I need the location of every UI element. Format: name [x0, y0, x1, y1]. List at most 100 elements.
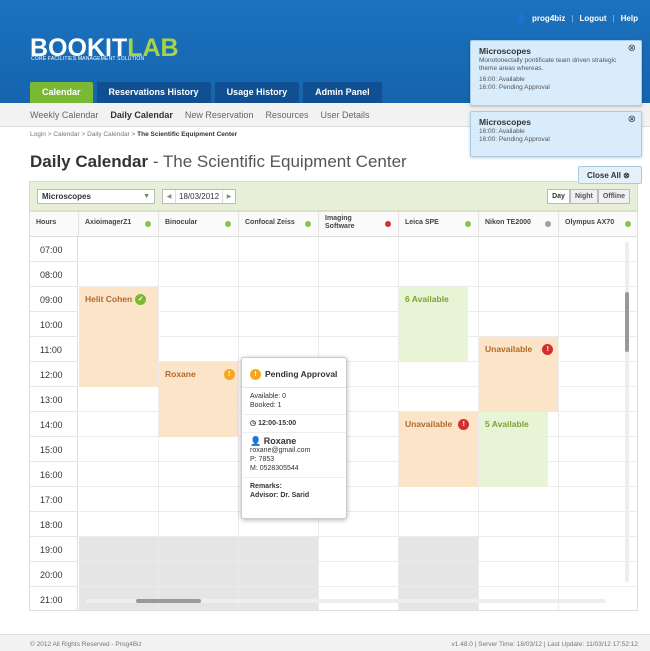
- column-header[interactable]: Nikon TE2000: [479, 212, 559, 237]
- calendar-slot[interactable]: [239, 287, 319, 312]
- username[interactable]: prog4biz: [532, 14, 565, 23]
- column-header[interactable]: Binocular: [159, 212, 239, 237]
- calendar-slot[interactable]: [479, 487, 559, 512]
- calendar-slot[interactable]: [399, 237, 479, 262]
- popup-email[interactable]: roxane@gmail.com: [250, 446, 338, 455]
- notification-1: ⊗ Microscopes Monotonectally pontificate…: [470, 40, 642, 106]
- date-value[interactable]: 18/03/2012: [175, 189, 224, 203]
- calendar-slot[interactable]: [239, 237, 319, 262]
- user-icon: 👤: [250, 436, 262, 446]
- subnav-new-reservation[interactable]: New Reservation: [185, 110, 254, 120]
- calendar-slot[interactable]: [479, 537, 559, 562]
- calendar-slot[interactable]: [479, 262, 559, 287]
- view-switcher: Day Night Offline: [547, 189, 630, 204]
- hour-label: 10:00: [30, 312, 78, 337]
- calendar-slot[interactable]: [159, 437, 239, 462]
- calendar-slot[interactable]: [399, 262, 479, 287]
- calendar-slot[interactable]: [479, 237, 559, 262]
- calendar-slot[interactable]: [79, 437, 159, 462]
- reservation-popup: ! Pending Approval Available: 0 Booked: 1 …: [241, 357, 347, 519]
- calendar-slot[interactable]: [159, 262, 239, 287]
- calendar-slot[interactable]: [399, 537, 479, 562]
- calendar-slot[interactable]: [79, 462, 159, 487]
- calendar-slot[interactable]: [159, 537, 239, 562]
- column-header[interactable]: Imaging Software: [319, 212, 399, 237]
- view-offline-button[interactable]: Offline: [597, 189, 630, 204]
- tab-calendar[interactable]: Calendar: [30, 82, 93, 103]
- calendar-slot[interactable]: [399, 487, 479, 512]
- column-header[interactable]: Olympus AX70: [559, 212, 637, 237]
- next-date-icon[interactable]: ▶: [223, 193, 235, 200]
- calendar-slot[interactable]: [79, 512, 159, 537]
- column-header[interactable]: Leica SPE: [399, 212, 479, 237]
- column-header[interactable]: Confocal Zeiss: [239, 212, 319, 237]
- tab-usage-history[interactable]: Usage History: [214, 82, 300, 103]
- calendar-slot[interactable]: [479, 512, 559, 537]
- calendar-slot[interactable]: [79, 262, 159, 287]
- reservation-helit[interactable]: Helit Cohen ✓: [79, 287, 158, 387]
- horizontal-scrollbar[interactable]: [86, 599, 606, 603]
- calendar-slot[interactable]: [399, 512, 479, 537]
- availability-nikon[interactable]: 5 Available: [479, 412, 548, 487]
- calendar-slot[interactable]: [79, 237, 159, 262]
- calendar-slot[interactable]: [319, 537, 399, 562]
- calendar-slot[interactable]: [159, 287, 239, 312]
- calendar-slot[interactable]: [79, 537, 159, 562]
- calendar-slot[interactable]: [319, 562, 399, 587]
- calendar-slot[interactable]: [159, 562, 239, 587]
- calendar-slot[interactable]: [239, 562, 319, 587]
- view-day-button[interactable]: Day: [547, 189, 570, 204]
- vertical-scrollbar[interactable]: [625, 242, 629, 582]
- calendar-slot[interactable]: [159, 512, 239, 537]
- facility-select[interactable]: Microscopes ▼: [37, 188, 155, 204]
- calendar-slot[interactable]: [319, 312, 399, 337]
- unavailable-leica[interactable]: Unavailable!: [399, 412, 478, 487]
- help-link[interactable]: Help: [621, 14, 638, 23]
- tab-admin-panel[interactable]: Admin Panel: [303, 82, 382, 103]
- calendar-slot[interactable]: [79, 412, 159, 437]
- calendar-slot[interactable]: [399, 562, 479, 587]
- calendar-slot[interactable]: [239, 312, 319, 337]
- calendar-slot[interactable]: [79, 562, 159, 587]
- calendar-slot[interactable]: [79, 387, 159, 412]
- unavailable-nikon[interactable]: Unavailable!: [479, 337, 558, 412]
- date-picker: ◀ 18/03/2012 ▶: [162, 188, 237, 204]
- subnav-user-details[interactable]: User Details: [320, 110, 369, 120]
- calendar-slot[interactable]: [159, 337, 239, 362]
- calendar-slot[interactable]: [319, 237, 399, 262]
- hour-label: 07:00: [30, 237, 78, 262]
- subnav-weekly-calendar[interactable]: Weekly Calendar: [30, 110, 98, 120]
- calendar-slot[interactable]: [239, 537, 319, 562]
- hour-label: 21:00: [30, 587, 78, 610]
- calendar-slot[interactable]: [399, 362, 479, 387]
- hour-label: 12:00: [30, 362, 78, 387]
- close-icon[interactable]: ⊗: [628, 115, 636, 125]
- calendar-slot[interactable]: [239, 262, 319, 287]
- reservation-roxane[interactable]: Roxane!: [159, 362, 238, 437]
- calendar-slot[interactable]: [479, 287, 559, 312]
- hour-label: 08:00: [30, 262, 78, 287]
- calendar-slot[interactable]: [319, 262, 399, 287]
- calendar-slot[interactable]: [319, 287, 399, 312]
- prev-date-icon[interactable]: ◀: [163, 193, 175, 200]
- popup-remarks-label: Remarks:: [250, 483, 282, 490]
- close-all-button[interactable]: Close All ⊗: [578, 166, 642, 184]
- close-icon[interactable]: ⊗: [628, 44, 636, 54]
- availability-leica[interactable]: 6 Available: [399, 287, 468, 362]
- calendar-slot[interactable]: [479, 312, 559, 337]
- subnav-daily-calendar[interactable]: Daily Calendar: [110, 110, 173, 120]
- calendar-slot[interactable]: [399, 387, 479, 412]
- calendar-slot[interactable]: [159, 487, 239, 512]
- calendar-slot[interactable]: [159, 462, 239, 487]
- logout-link[interactable]: Logout: [579, 14, 606, 23]
- column-header[interactable]: AxioimagerZ1: [79, 212, 159, 237]
- view-night-button[interactable]: Night: [569, 189, 598, 204]
- calendar-slot[interactable]: [159, 237, 239, 262]
- calendar-slot[interactable]: [479, 562, 559, 587]
- status-dot-icon: [385, 221, 391, 227]
- subnav-resources[interactable]: Resources: [265, 110, 308, 120]
- chevron-down-icon: ▼: [143, 192, 150, 200]
- calendar-slot[interactable]: [79, 487, 159, 512]
- calendar-slot[interactable]: [159, 312, 239, 337]
- tab-reservations-history[interactable]: Reservations History: [96, 82, 211, 103]
